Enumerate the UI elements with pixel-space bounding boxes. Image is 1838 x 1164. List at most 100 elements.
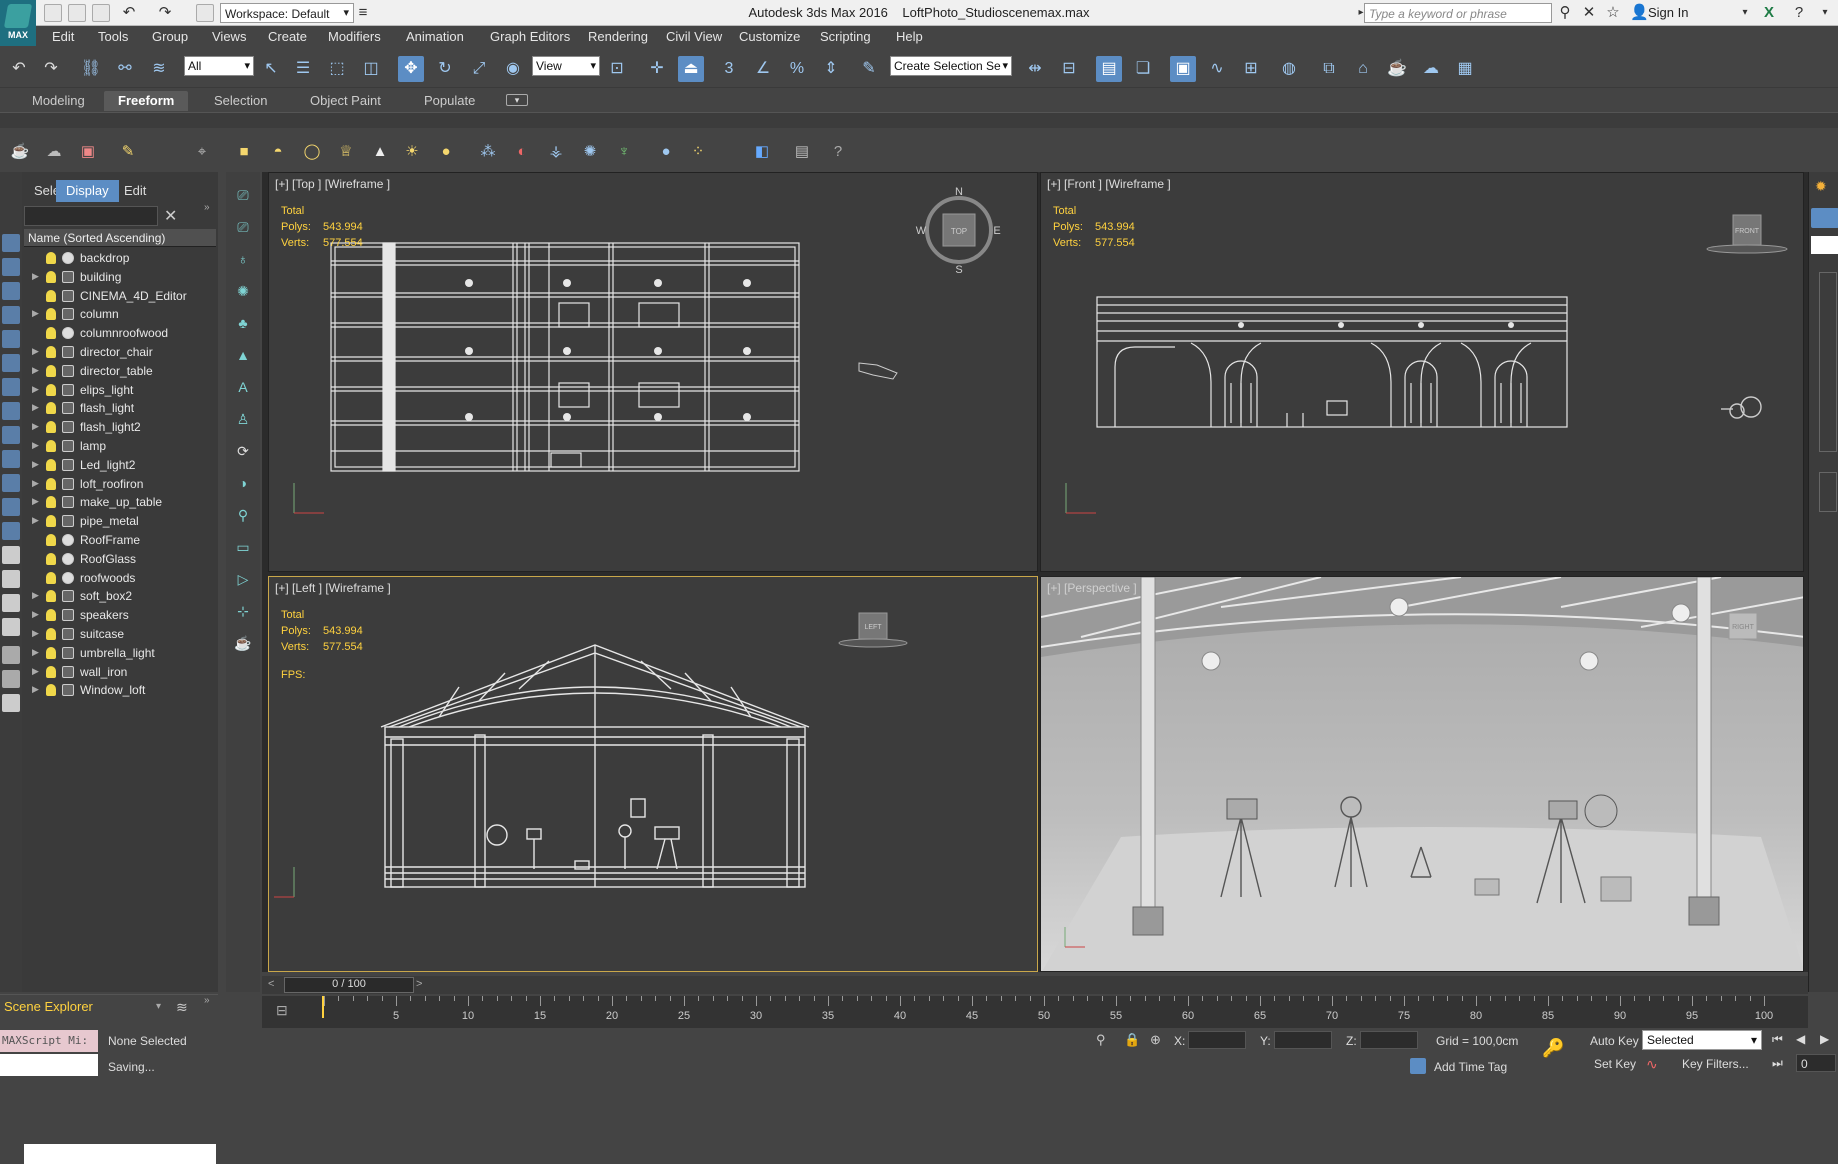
pivot-tool-icon[interactable]: ⊹ [232,600,254,622]
key-curve-icon[interactable]: ∿ [1646,1056,1658,1073]
explorer-item-backdrop[interactable]: backdrop [24,249,216,268]
command-panel-field[interactable] [1811,236,1838,254]
visibility-bulb-icon[interactable] [46,270,56,283]
time-slider[interactable]: < 0 / 100 > [262,976,1808,994]
camera-target-icon[interactable]: ⎚ [232,216,254,238]
explorer-item-loft-roofiron[interactable]: ▶ loft_roofiron [24,475,216,494]
visibility-bulb-icon[interactable] [46,439,56,452]
select-object-icon[interactable]: ↖ [258,56,284,82]
explorer-item-director-chair[interactable]: ▶ director_chair [24,343,216,362]
select-and-link-icon[interactable]: ⛓ [78,56,104,82]
explorer-item-cinema-4d-editor[interactable]: CINEMA_4D_Editor [24,287,216,306]
globe-icon[interactable]: ✺ [578,140,602,164]
render-region-icon[interactable]: ◧ [750,140,774,164]
render-setup-icon[interactable]: ⧉ [1316,56,1342,82]
explorer-item-column[interactable]: ▶ column [24,305,216,324]
selection-lock-icon[interactable]: 🔒 [1124,1032,1140,1048]
render-in-cloud-icon[interactable]: ☁ [1418,56,1444,82]
explorer-item-umbrella-light[interactable]: ▶ umbrella_light [24,644,216,663]
current-frame-field[interactable]: 0 [1796,1054,1836,1072]
scene-explorer-dropdown-icon[interactable]: ▾ [156,1001,161,1012]
select-by-name-icon[interactable]: ☰ [290,56,316,82]
expand-arrow-icon[interactable]: ▶ [32,421,39,432]
command-panel-create-tab[interactable] [1811,208,1838,228]
reference-coordinate-dropdown[interactable]: View [532,56,600,76]
explorer-item-director-table[interactable]: ▶ director_table [24,362,216,381]
explorer-item-roofwoods[interactable]: roofwoods [24,569,216,588]
visibility-bulb-icon[interactable] [46,515,56,528]
display-lights-icon[interactable] [2,282,20,300]
filter-icon[interactable] [2,646,20,664]
expand-arrow-icon[interactable]: ▶ [32,271,39,282]
viewport-top[interactable]: TOP N E S W [+] [Top ] [Wireframe ] Tota… [268,172,1038,572]
visibility-bulb-icon[interactable] [46,477,56,490]
basket-icon[interactable]: ♕ [334,140,358,164]
display-children-icon[interactable] [2,594,20,612]
menu-customize[interactable]: Customize [739,29,800,44]
visibility-bulb-icon[interactable] [46,533,56,546]
explorer-item-suitcase[interactable]: ▶ suitcase [24,625,216,644]
expand-arrow-icon[interactable]: ▶ [32,515,39,526]
display-groups-icon[interactable] [2,378,20,396]
display-space-warps-icon[interactable] [2,354,20,372]
sphere-icon[interactable]: ◯ [300,140,324,164]
z-coordinate-field[interactable] [1360,1031,1418,1049]
pivot-center-icon[interactable]: ⊡ [604,56,630,82]
dome-icon[interactable]: ◓ [266,140,290,164]
front-cube-label[interactable]: FRONT [1735,228,1760,235]
display-shapes-icon[interactable] [2,258,20,276]
redo-icon[interactable]: ↷ [156,4,174,22]
spinner-snap-icon[interactable]: ⇕ [818,56,844,82]
menu-rendering[interactable]: Rendering [588,29,648,44]
explorer-expand-icon[interactable]: » [204,202,210,213]
workspace-selector[interactable]: Workspace: Default [220,3,354,23]
explorer-tab-display[interactable]: Display [56,180,119,202]
explorer-tab-edit[interactable]: Edit [114,180,156,202]
menu-civil-view[interactable]: Civil View [666,29,722,44]
ribbon-tab-modeling[interactable]: Modeling [18,91,99,111]
angle-snap-icon[interactable]: ∠ [750,56,776,82]
set-key-button[interactable]: Set Key [1594,1057,1636,1071]
mirror-icon[interactable]: ⇹ [1022,56,1048,82]
set-key-mode-icon[interactable]: 🔑 [1542,1038,1564,1059]
fur-icon[interactable]: ♆ [612,140,636,164]
application-menu-button[interactable]: MAX [0,0,36,46]
display-all-icon[interactable] [2,522,20,540]
expand-arrow-icon[interactable]: ▶ [32,684,39,695]
helper-icon[interactable]: ⚶ [544,140,568,164]
frame-tool-icon[interactable]: ▭ [232,536,254,558]
toggle-scene-explorer-icon[interactable]: ▤ [1096,56,1122,82]
left-cube-label[interactable]: LEFT [864,624,882,631]
visibility-bulb-icon[interactable] [46,609,56,622]
favorites-star-icon[interactable]: ☆ [1604,4,1622,22]
layer-manager-icon[interactable]: ▤ [790,140,814,164]
align-icon[interactable]: ⊟ [1056,56,1082,82]
visibility-bulb-icon[interactable] [46,308,56,321]
a360-gallery-icon[interactable]: ▦ [1452,56,1478,82]
expand-arrow-icon[interactable]: ▶ [32,346,39,357]
expand-arrow-icon[interactable]: ▶ [32,459,39,470]
project-folder-icon[interactable] [196,4,214,22]
expand-arrow-icon[interactable]: ▶ [32,440,39,451]
play-tool-icon[interactable]: ▷ [232,568,254,590]
explorer-item-flash-light2[interactable]: ▶ flash_light2 [24,418,216,437]
explorer-item-columnroofwood[interactable]: columnroofwood [24,324,216,343]
viewport-label-left[interactable]: [+] [Left ] [Wireframe ] [275,581,391,595]
explorer-item-roofframe[interactable]: RoofFrame [24,531,216,550]
curve-editor-icon[interactable]: ∿ [1204,56,1230,82]
display-xrefs-icon[interactable] [2,402,20,420]
time-prev-icon[interactable]: < [268,978,274,990]
cloud-icon[interactable]: ☁ [42,140,66,164]
explorer-more-icon[interactable]: » [204,995,210,1006]
ribbon-tab-freeform[interactable]: Freeform [104,91,189,111]
absolute-mode-icon[interactable]: ⊕ [1150,1032,1161,1048]
sign-in-dropdown-icon[interactable]: ▾ [1736,4,1754,22]
invert-display-icon[interactable] [2,570,20,588]
display-geometry-icon[interactable] [2,234,20,252]
selection-filter-dropdown[interactable]: All [184,56,254,76]
schematic-view-icon[interactable]: ⊞ [1238,56,1264,82]
maxscript-listener[interactable]: MAXScript Mi: [0,1030,98,1052]
visibility-bulb-icon[interactable] [46,327,56,340]
window-crossing-icon[interactable]: ◫ [358,56,384,82]
sync-selection-icon[interactable] [2,670,20,688]
